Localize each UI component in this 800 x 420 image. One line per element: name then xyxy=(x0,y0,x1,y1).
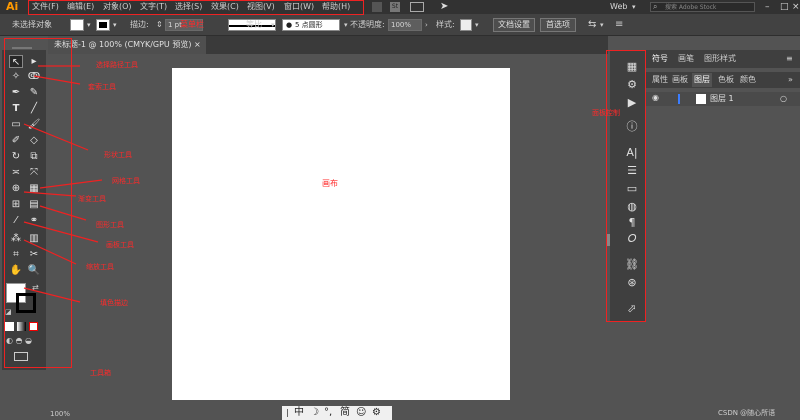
preferences-button[interactable]: 首选项 xyxy=(540,18,576,32)
layer-target-icon[interactable]: ○ xyxy=(780,92,787,106)
opacity-value: 100% xyxy=(391,21,412,29)
style-chevron-icon[interactable]: ▾ xyxy=(475,19,479,31)
brush-chevron-icon[interactable]: ▾ xyxy=(344,19,348,31)
arrange-docs-icon[interactable] xyxy=(410,2,424,12)
layer-name[interactable]: 图层 1 xyxy=(710,92,734,106)
tab-graphic-styles[interactable]: 图形样式 xyxy=(704,52,736,66)
brush-dot-icon: ● xyxy=(286,21,293,29)
tab-symbols[interactable]: 符号 xyxy=(652,52,668,66)
tab-color[interactable]: 颜色 xyxy=(740,73,756,87)
layer-color-bar xyxy=(678,94,680,104)
arrange-chevron-icon[interactable]: ▾ xyxy=(600,19,604,31)
profile-uniform-label: 等比 xyxy=(246,20,262,29)
arrange-icon[interactable]: ⇆ xyxy=(588,19,596,31)
tab-close-icon[interactable]: × xyxy=(194,36,201,54)
close-button[interactable]: × xyxy=(792,0,800,14)
ime-emoji-icon[interactable]: ☺ xyxy=(356,406,366,420)
maximize-button[interactable]: □ xyxy=(780,0,789,14)
panel-menu-icon[interactable]: ≡ xyxy=(615,19,623,31)
panels-area: 符号 画笔 图形样式 ≡ 属性 画板 图层 色板 颜色 » ◉ 图层 1 ○ xyxy=(646,50,800,420)
minimize-button[interactable]: – xyxy=(765,0,770,14)
document-tab-title: 未标题-1 @ 100% (CMYK/GPU 预览) xyxy=(54,40,192,49)
profile-chevron-icon[interactable]: ▾ xyxy=(271,19,275,31)
brush-name: 5 点圆形 xyxy=(295,21,323,29)
toolbox-highlight xyxy=(4,38,72,368)
tab-swatches[interactable]: 色板 xyxy=(718,73,734,87)
visibility-eye-icon[interactable]: ◉ xyxy=(652,93,659,102)
ime-punctuation-icon[interactable]: °, xyxy=(324,406,332,420)
stroke-label: 描边: xyxy=(130,20,149,29)
tab-properties[interactable]: 属性 xyxy=(652,73,668,87)
annotation-select-tool: 选择路径工具 xyxy=(96,61,138,69)
stock-search-field[interactable]: ⌕ 搜索 Adobe Stock xyxy=(650,2,755,12)
panel-options-icon[interactable]: ≡ xyxy=(786,52,793,66)
tabs-more-icon[interactable]: » xyxy=(788,73,793,87)
annotation-artboard-tool: 画板工具 xyxy=(106,241,134,249)
bridge-icon[interactable] xyxy=(372,2,382,12)
annotation-fill-stroke: 填色描边 xyxy=(100,299,128,307)
annotation-toolbox: 工具箱 xyxy=(90,369,111,377)
search-placeholder: 搜索 Adobe Stock xyxy=(665,4,717,11)
opacity-chevron-icon[interactable]: › xyxy=(425,19,428,31)
fill-swatch[interactable] xyxy=(70,19,84,31)
layer-row[interactable]: ◉ 图层 1 ○ xyxy=(646,92,800,106)
annotation-shape: 形状工具 xyxy=(104,151,132,159)
annotation-lasso: 套索工具 xyxy=(88,83,116,91)
annotation-gradient: 渐变工具 xyxy=(78,195,106,203)
stroke-chevron-icon[interactable]: ▾ xyxy=(113,19,117,31)
ime-grip-icon[interactable]: | xyxy=(286,406,289,420)
search-icon: ⌕ xyxy=(653,2,658,11)
annotation-eyedropper: 图形工具 xyxy=(96,221,124,229)
watermark-credit: CSDN @随心所语 xyxy=(718,409,776,417)
annotation-shape-builder: 网格工具 xyxy=(112,177,140,185)
brush-definition[interactable]: ● 5 点圆形 xyxy=(282,19,340,31)
annotation-canvas: 画布 xyxy=(322,179,338,188)
layer-thumbnail xyxy=(696,94,706,104)
stock-icon[interactable]: St xyxy=(390,2,400,12)
menubar-highlight xyxy=(28,0,364,15)
tab-brushes[interactable]: 画笔 xyxy=(678,52,694,66)
ime-mode-chinese[interactable]: 中 xyxy=(294,406,304,420)
app-logo: Ai xyxy=(6,0,19,13)
ime-toolbar: | 中 ☽ °, 简 ☺ ⚙ xyxy=(282,406,392,420)
annotation-panel-control: 面板控制 xyxy=(592,109,620,117)
tab-layers[interactable]: 图层 xyxy=(692,73,712,87)
opacity-label: 不透明度: xyxy=(350,20,385,29)
annotation-zoom-tool: 缩放工具 xyxy=(86,263,114,271)
ime-settings-icon[interactable]: ⚙ xyxy=(372,406,381,420)
stroke-stepper-icon[interactable]: ⇕ xyxy=(156,19,163,31)
zoom-level[interactable]: 100% xyxy=(50,410,70,418)
workspace-switcher[interactable]: Web xyxy=(610,0,627,14)
ime-simplified[interactable]: 简 xyxy=(340,406,350,420)
document-setup-button[interactable]: 文档设置 xyxy=(493,18,535,32)
send-icon[interactable]: ➤ xyxy=(440,0,448,14)
selection-status: 未选择对象 xyxy=(12,20,52,29)
fill-chevron-icon[interactable]: ▾ xyxy=(87,19,91,31)
tab-artboards[interactable]: 画板 xyxy=(672,73,688,87)
stroke-swatch[interactable] xyxy=(96,19,110,31)
panel-bottom-tabs: 属性 画板 图层 色板 颜色 » xyxy=(646,72,800,88)
canvas-artboard[interactable] xyxy=(172,68,510,400)
opacity-field[interactable]: 100% xyxy=(388,19,422,31)
panel-strip-highlight xyxy=(606,50,646,322)
style-label: 样式: xyxy=(436,20,455,29)
panel-top-tabs: 符号 画笔 图形样式 ≡ xyxy=(646,50,800,68)
annotation-menubar: 菜单栏 xyxy=(180,20,204,29)
workspace-chevron-icon[interactable]: ▾ xyxy=(632,0,636,14)
ime-moon-icon[interactable]: ☽ xyxy=(310,406,319,420)
graphic-style-swatch[interactable] xyxy=(460,19,472,31)
